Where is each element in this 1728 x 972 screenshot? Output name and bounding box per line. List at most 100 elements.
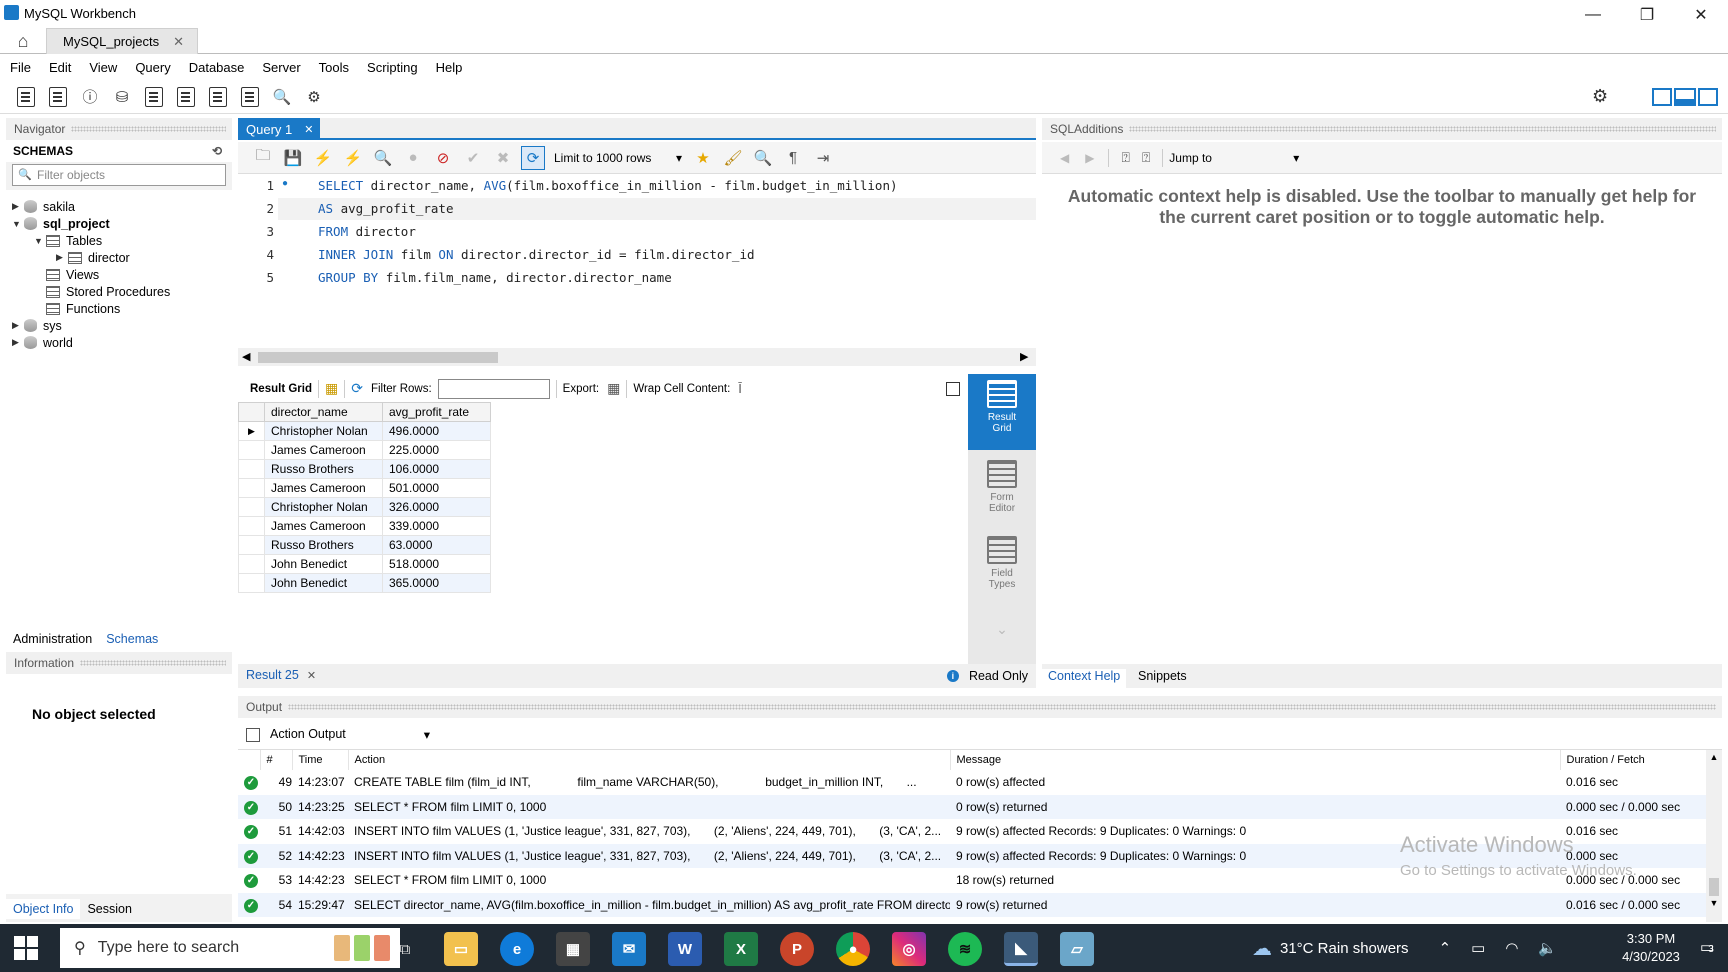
new-sql-tab-icon[interactable] — [13, 84, 39, 110]
column-header[interactable]: Time — [292, 750, 349, 770]
tree-item-director[interactable]: ▶ director — [56, 249, 130, 266]
toggle-panel-icon[interactable] — [946, 381, 960, 396]
result-grid-view-button[interactable]: Result Grid — [968, 374, 1036, 450]
store-icon[interactable]: ▦ — [556, 932, 590, 966]
form-editor-view-button[interactable]: Form Editor — [968, 454, 1036, 524]
tree-item-stored-procedures[interactable]: Stored Procedures — [46, 283, 170, 300]
column-header[interactable]: Action — [348, 750, 951, 770]
cell-director-name[interactable]: Christopher Nolan — [264, 421, 383, 441]
instagram-icon[interactable]: ◎ — [892, 932, 926, 966]
home-icon[interactable]: ⌂ — [0, 28, 46, 54]
windows-start-icon[interactable] — [14, 936, 38, 960]
cell-avg-profit-rate[interactable]: 63.0000 — [382, 535, 491, 555]
tree-item-views[interactable]: Views — [46, 266, 99, 283]
list-item[interactable]: ✓ 49 14:23:07 CREATE TABLE film (film_id IN… — [238, 770, 1710, 795]
menu-query[interactable]: Query — [126, 60, 179, 75]
tree-item-sql-project[interactable]: ▼ sql_project — [12, 215, 110, 232]
collapse-icon[interactable]: ▼ — [12, 219, 24, 229]
settings-icon[interactable]: ⚙ — [1592, 86, 1608, 107]
tree-item-world[interactable]: ▶ world — [12, 334, 73, 351]
wifi-icon[interactable]: ◠ — [1505, 939, 1518, 957]
export-icon[interactable]: ▦ — [607, 380, 620, 397]
chrome-icon[interactable]: ● — [836, 932, 870, 966]
add-snippet-icon[interactable]: ★ — [691, 146, 715, 170]
row-selector[interactable] — [238, 497, 265, 517]
tree-item-sakila[interactable]: ▶ sakila — [12, 198, 75, 215]
expand-icon[interactable]: ▶ — [12, 201, 24, 212]
menu-edit[interactable]: Edit — [40, 60, 80, 75]
menu-database[interactable]: Database — [180, 60, 254, 75]
scrollbar-thumb[interactable] — [1709, 878, 1719, 896]
spotify-icon[interactable]: ≋ — [948, 932, 982, 966]
close-window-button[interactable]: ✕ — [1674, 0, 1728, 30]
file-explorer-icon[interactable]: ▭ — [444, 932, 478, 966]
back-icon[interactable]: ◀ — [1060, 151, 1069, 165]
table-row[interactable]: James Cameroon 501.0000 — [238, 478, 491, 498]
find-replace-icon[interactable]: 🔍 — [751, 146, 775, 170]
cell-director-name[interactable]: Russo Brothers — [264, 459, 383, 479]
list-item[interactable]: ✓ 50 14:23:25 SELECT * FROM film LIMIT 0, 1… — [238, 794, 1710, 819]
save-icon[interactable]: 💾 — [281, 146, 305, 170]
autocommit-toggle-icon[interactable]: ⟳ — [521, 145, 545, 170]
menu-server[interactable]: Server — [253, 60, 309, 75]
expand-icon[interactable]: ▶ — [12, 320, 24, 331]
tab-object-info[interactable]: Object Info — [6, 899, 81, 919]
tab-snippets[interactable]: Snippets — [1138, 669, 1187, 683]
row-selector[interactable] — [238, 554, 265, 574]
cell-director-name[interactable]: James Cameroon — [264, 516, 383, 536]
weather-text[interactable]: 31°C Rain showers — [1280, 940, 1409, 957]
open-sql-script-icon[interactable] — [45, 84, 71, 110]
forward-icon[interactable]: ▶ — [1085, 151, 1094, 165]
more-views-chevron-icon[interactable]: ⌄ — [968, 622, 1036, 654]
create-function-icon[interactable] — [237, 84, 263, 110]
column-header[interactable]: Message — [950, 750, 1561, 770]
menu-help[interactable]: Help — [427, 60, 472, 75]
column-header[interactable]: avg_profit_rate — [382, 402, 491, 422]
cell-director-name[interactable]: James Cameroon — [264, 440, 383, 460]
create-view-icon[interactable] — [173, 84, 199, 110]
tree-item-sys[interactable]: ▶ sys — [12, 317, 62, 334]
scroll-left-icon[interactable]: ◀ — [242, 350, 250, 363]
table-row[interactable]: Russo Brothers 106.0000 — [238, 459, 491, 479]
tab-administration[interactable]: Administration — [6, 629, 99, 649]
cell-director-name[interactable]: Russo Brothers — [264, 535, 383, 555]
menu-scripting[interactable]: Scripting — [358, 60, 427, 75]
minimize-button[interactable]: — — [1566, 0, 1620, 30]
field-types-view-button[interactable]: Field Types — [968, 530, 1036, 600]
column-header[interactable]: director_name — [264, 402, 383, 422]
column-header[interactable]: # — [260, 750, 293, 770]
result-grid[interactable]: director_name avg_profit_rate ▶ Christoph… — [238, 402, 968, 664]
word-wrap-icon[interactable]: ⇥ — [811, 146, 835, 170]
cell-director-name[interactable]: James Cameroon — [264, 478, 383, 498]
toggle-continue-on-error-icon[interactable]: ⊘ — [431, 146, 455, 170]
table-row[interactable]: John Benedict 518.0000 — [238, 554, 491, 574]
auto-help-icon[interactable]: ⍰ — [1142, 149, 1150, 166]
row-selector[interactable] — [238, 478, 265, 498]
cell-director-name[interactable]: John Benedict — [264, 573, 383, 593]
notepad-icon[interactable]: ▱ — [1060, 932, 1094, 966]
limit-rows-select[interactable]: Limit to 1000 rows ▾ — [548, 151, 688, 165]
connection-tab[interactable]: MySQL_projects ✕ — [46, 28, 198, 54]
tab-result-25[interactable]: Result 25 ✕ — [246, 668, 316, 682]
manual-help-icon[interactable]: ⍰ — [1121, 149, 1129, 166]
cell-avg-profit-rate[interactable]: 339.0000 — [382, 516, 491, 536]
expand-icon[interactable]: ▶ — [56, 252, 68, 263]
menu-tools[interactable]: Tools — [310, 60, 358, 75]
cell-avg-profit-rate[interactable]: 326.0000 — [382, 497, 491, 517]
menu-file[interactable]: File — [1, 60, 40, 75]
row-selector[interactable] — [238, 516, 265, 536]
list-item[interactable]: ✓ 54 15:29:47 SELECT director_name, AVG(fil… — [238, 892, 1710, 917]
show-hidden-icons-icon[interactable]: ⌃ — [1439, 939, 1452, 957]
clock[interactable]: 3:30 PM 4/30/2023 — [1612, 930, 1690, 966]
volume-icon[interactable]: 🔈 — [1538, 939, 1557, 957]
table-row[interactable]: James Cameroon 339.0000 — [238, 516, 491, 536]
execute-current-icon[interactable]: ⚡ — [341, 146, 365, 170]
stop-icon[interactable]: ● — [401, 146, 425, 170]
row-selector[interactable] — [238, 573, 265, 593]
copy-output-icon[interactable] — [246, 727, 260, 742]
taskbar-search-input[interactable]: ⚲ Type here to search — [60, 928, 400, 968]
refresh-icon[interactable]: ⟳ — [351, 380, 363, 397]
cell-avg-profit-rate[interactable]: 501.0000 — [382, 478, 491, 498]
cell-avg-profit-rate[interactable]: 496.0000 — [382, 421, 491, 441]
scroll-up-icon[interactable]: ▲ — [1706, 752, 1722, 762]
